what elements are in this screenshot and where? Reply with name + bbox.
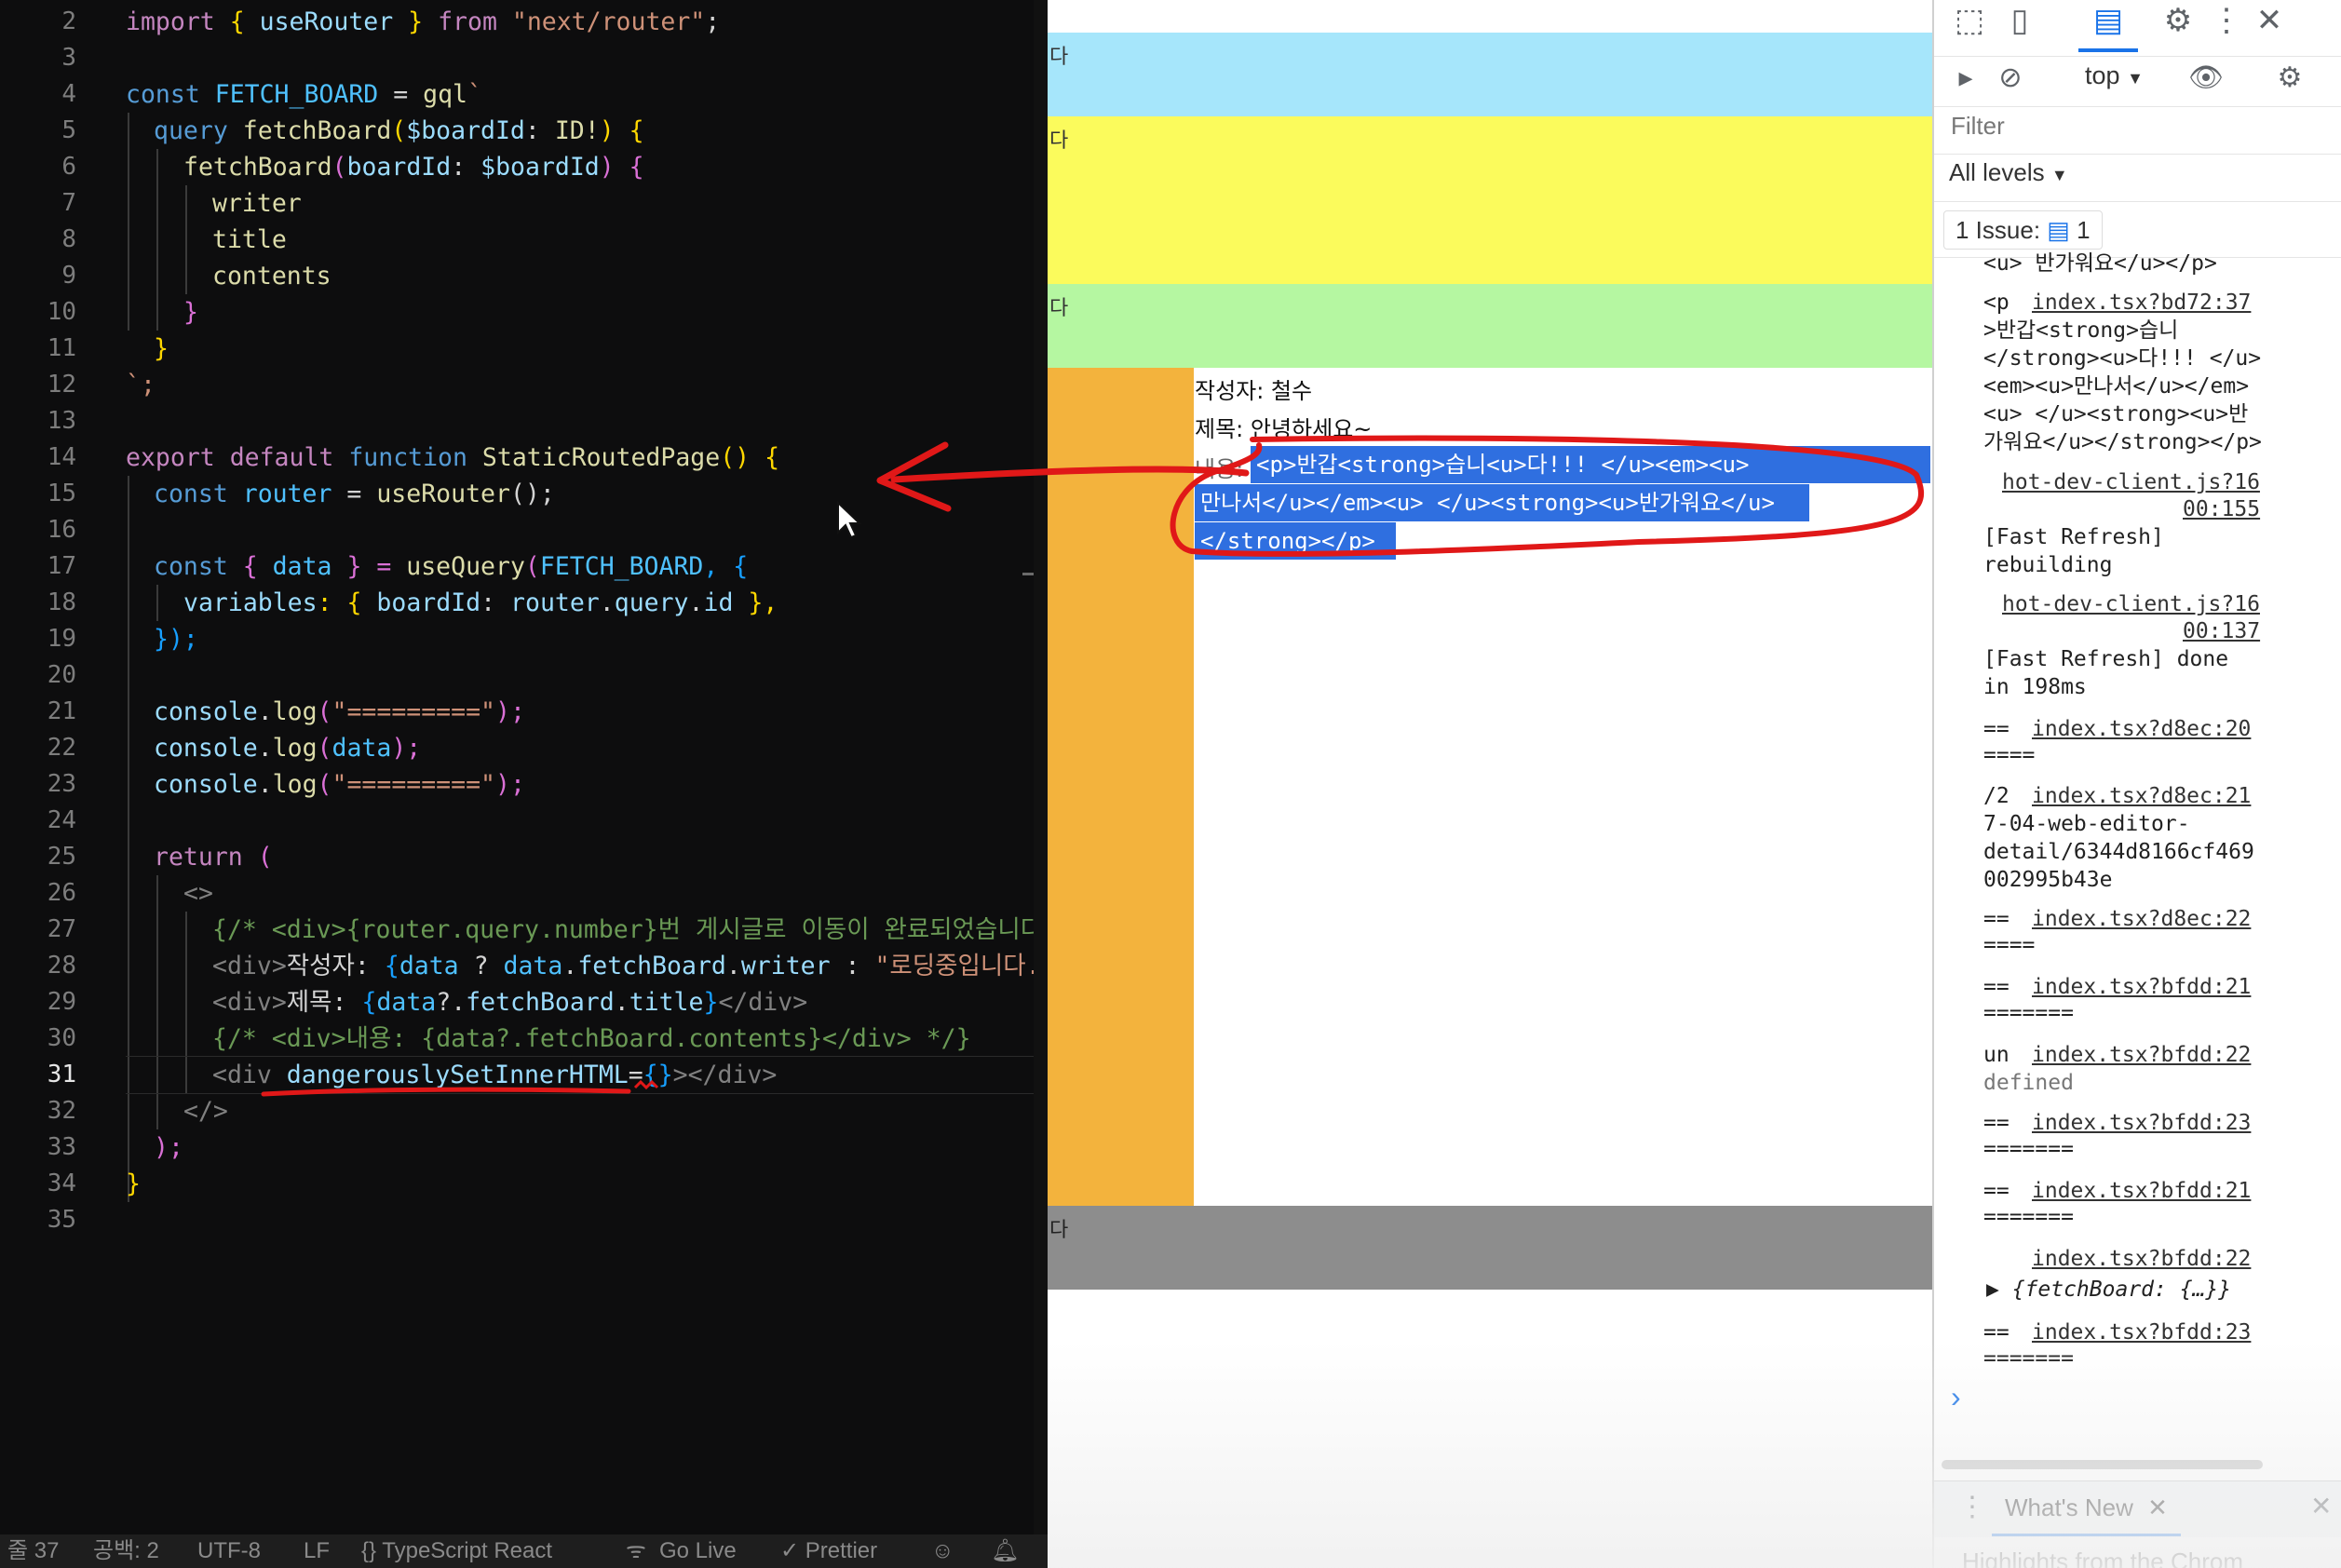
annotation-layer bbox=[261, 435, 1925, 1097]
underline-annotation bbox=[261, 1087, 631, 1097]
mouse-cursor-icon bbox=[837, 500, 862, 539]
circle-annotation bbox=[1170, 435, 1925, 557]
squiggle-error-icon bbox=[633, 1079, 659, 1090]
arrow-shaft bbox=[890, 466, 1250, 483]
